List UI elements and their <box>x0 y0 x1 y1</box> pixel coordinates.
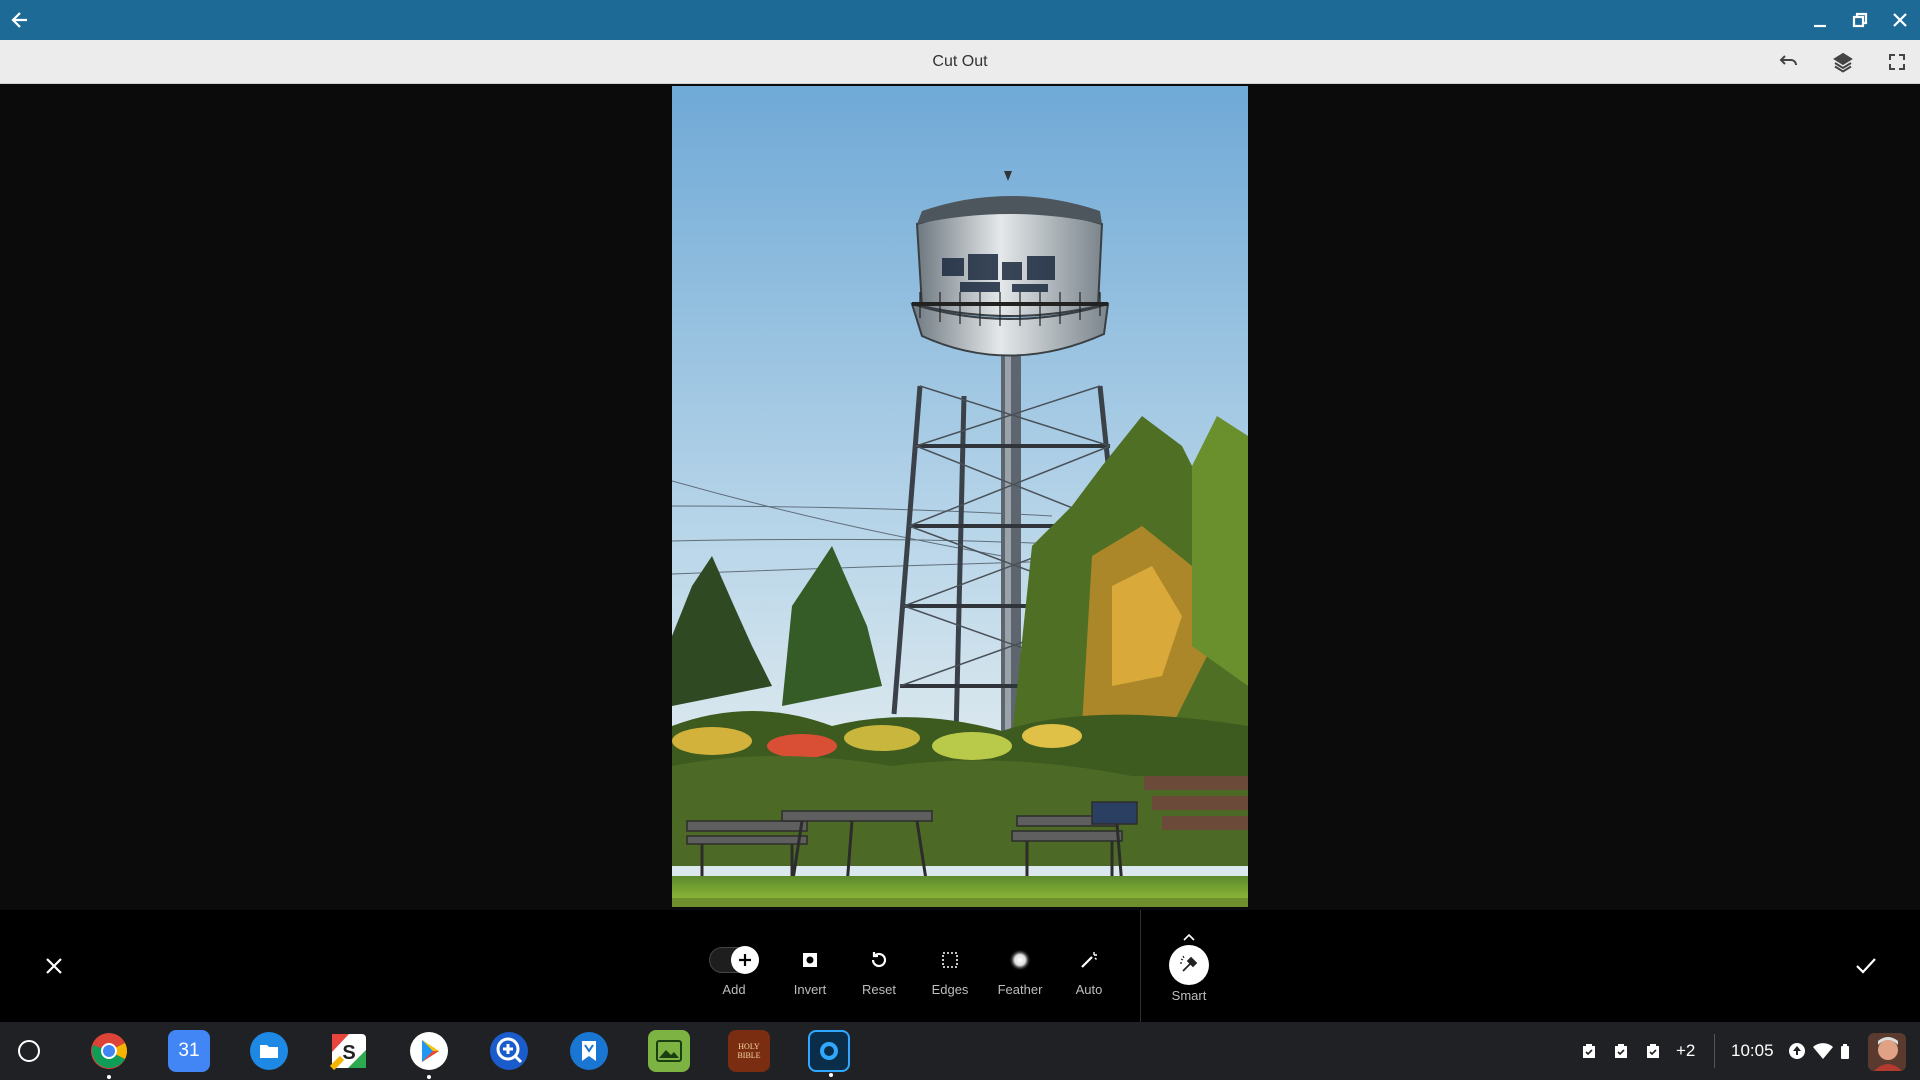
app-header: Cut Out <box>0 40 1920 84</box>
tool-label: Invert <box>793 982 827 997</box>
slides-icon: S <box>330 1034 366 1070</box>
notification-tray[interactable]: +2 <box>1580 1022 1695 1080</box>
close-icon <box>46 958 62 974</box>
tool-label: Add <box>722 982 746 997</box>
app-bookmark[interactable] <box>568 1030 610 1072</box>
upload-icon <box>1788 1043 1805 1059</box>
editor-canvas <box>0 84 1920 910</box>
edges-icon <box>942 952 958 968</box>
reset-icon <box>871 952 887 968</box>
fullscreen-button[interactable] <box>1881 46 1913 78</box>
confirm-button[interactable] <box>1850 950 1882 982</box>
play-store-icon <box>410 1032 448 1070</box>
water-tower-photo[interactable] <box>672 86 1248 907</box>
bookmark-icon <box>570 1032 608 1070</box>
tool-label: Edges <box>931 982 969 997</box>
layers-icon <box>1833 52 1853 73</box>
cancel-button[interactable] <box>38 950 70 982</box>
clipboard-icon <box>1647 1044 1659 1058</box>
restore-button[interactable] <box>1840 0 1880 40</box>
tool-invert[interactable]: Invert <box>780 944 840 997</box>
tool-smart[interactable]: Smart <box>1159 932 1219 1003</box>
lightroom-icon <box>820 1042 838 1060</box>
app-lightroom[interactable] <box>808 1030 850 1077</box>
svg-text:S: S <box>342 1042 355 1064</box>
smart-brush-icon <box>1169 945 1209 985</box>
avatar[interactable] <box>1868 1033 1906 1071</box>
tool-label: Reset <box>862 982 896 997</box>
clipboard-icon <box>1583 1044 1595 1058</box>
clipboard-icon <box>1615 1044 1627 1058</box>
app-play-store[interactable] <box>408 1030 450 1079</box>
tool-label: Auto <box>1075 982 1103 997</box>
photo-illustration <box>672 86 1248 907</box>
app-calendar[interactable]: 31 <box>168 1030 210 1072</box>
calendar-icon: 31 <box>178 1040 200 1061</box>
feather-icon <box>1009 949 1031 971</box>
tool-label: Smart <box>1171 988 1207 1003</box>
tool-edges[interactable]: Edges <box>920 944 980 997</box>
minimize-icon <box>1814 24 1826 28</box>
chevron-up-icon[interactable] <box>1182 932 1196 942</box>
system-shelf: 31 S HOLY BIBLE +2 10:05 <box>0 1022 1920 1080</box>
tool-auto[interactable]: Auto <box>1059 944 1119 997</box>
add-toggle-icon[interactable] <box>709 946 759 974</box>
user-avatar-icon <box>1868 1033 1906 1071</box>
status-area[interactable]: 10:05 <box>1731 1022 1850 1080</box>
tool-reset[interactable]: Reset <box>849 944 909 997</box>
tool-add[interactable]: Add <box>704 944 764 997</box>
battery-icon <box>1840 1044 1849 1059</box>
tool-label: Feather <box>997 982 1043 997</box>
notification-count: +2 <box>1676 1041 1696 1060</box>
app-slides[interactable]: S <box>328 1030 370 1072</box>
cutout-toolbar: Add Invert Reset Edges Feather Auto Smar… <box>0 910 1920 1022</box>
layers-button[interactable] <box>1827 46 1859 78</box>
undo-icon <box>1779 55 1797 66</box>
launcher-icon[interactable] <box>18 1040 40 1062</box>
app-zoom-plus[interactable] <box>488 1030 530 1072</box>
close-window-button[interactable] <box>1880 0 1920 40</box>
wifi-icon <box>1812 1043 1833 1059</box>
page-title: Cut Out <box>932 53 988 70</box>
undo-button[interactable] <box>1772 46 1804 78</box>
magic-wand-icon <box>1081 952 1097 968</box>
back-button[interactable] <box>0 0 40 40</box>
window-titlebar <box>0 0 1920 40</box>
bible-icon: HOLY BIBLE <box>737 1042 761 1060</box>
app-chrome[interactable] <box>88 1030 130 1079</box>
app-holy-bible[interactable]: HOLY BIBLE <box>728 1030 770 1072</box>
arrow-left-icon <box>11 12 27 28</box>
clock: 10:05 <box>1731 1041 1774 1060</box>
tool-feather[interactable]: Feather <box>990 944 1050 997</box>
folder-icon <box>250 1032 288 1070</box>
fullscreen-icon <box>1889 54 1905 70</box>
tray-separator <box>1714 1034 1715 1068</box>
minimize-button[interactable] <box>1800 0 1840 40</box>
app-photo-editor[interactable] <box>648 1030 690 1072</box>
check-icon <box>1856 958 1876 974</box>
photo-editor-icon <box>656 1040 682 1062</box>
zoom-plus-icon <box>490 1032 528 1070</box>
toolbar-divider <box>1140 910 1141 1022</box>
invert-icon <box>803 953 817 967</box>
chrome-icon <box>91 1033 127 1069</box>
restore-icon <box>1852 12 1868 28</box>
close-icon <box>1893 13 1907 27</box>
app-files[interactable] <box>248 1030 290 1072</box>
